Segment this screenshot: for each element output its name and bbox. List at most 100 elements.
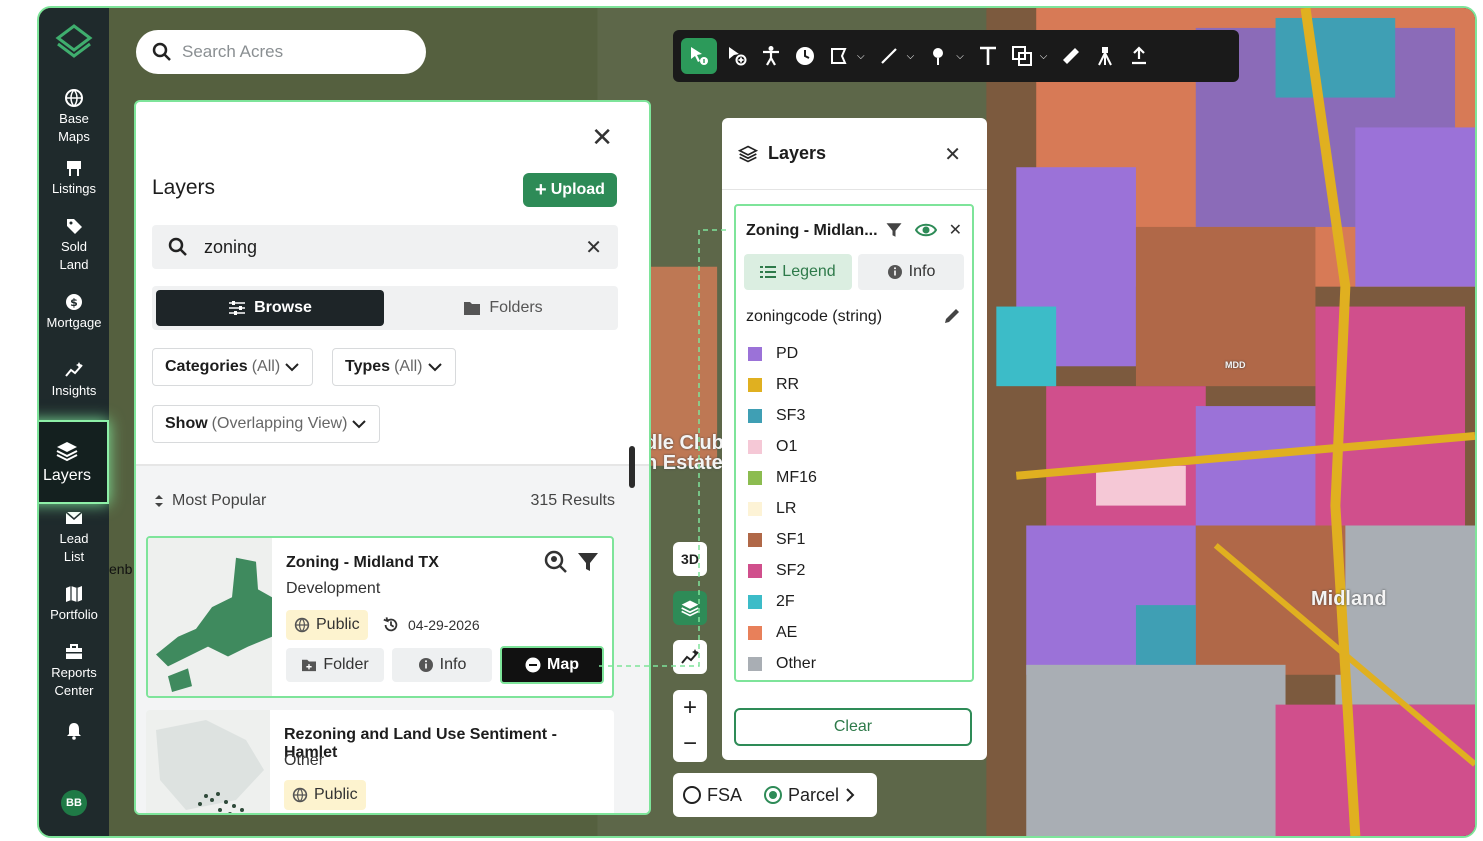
shapes-icon bbox=[1011, 46, 1032, 66]
chevron-down-icon[interactable]: ⌵ bbox=[1040, 51, 1048, 62]
drive-time-tool[interactable] bbox=[791, 38, 819, 74]
folder-label: Folder bbox=[323, 656, 369, 673]
panel-scrollbar[interactable] bbox=[629, 446, 635, 488]
sidebar-label: Lead bbox=[59, 531, 89, 546]
map-toolbar: ⌵ ⌵ ⌵ ⌵ bbox=[673, 30, 1239, 82]
cursor-plus-icon bbox=[729, 47, 747, 66]
layer-thumbnail bbox=[146, 710, 270, 813]
sidebar-label: Listings bbox=[51, 181, 97, 196]
person-icon bbox=[763, 46, 779, 66]
tab-legend[interactable]: Legend bbox=[744, 254, 852, 290]
legend-swatch bbox=[748, 626, 762, 640]
sidebar-item-lead-list[interactable]: Lead List bbox=[39, 508, 109, 566]
chevron-down-icon[interactable]: ⌵ bbox=[907, 51, 915, 62]
upload-tool[interactable] bbox=[1125, 38, 1153, 74]
legend-label: 2F bbox=[776, 593, 795, 610]
legend-swatch bbox=[748, 564, 762, 578]
layers-icon bbox=[56, 442, 78, 462]
remove-layer-icon[interactable]: ✕ bbox=[949, 220, 962, 240]
layer-search[interactable]: ✕ bbox=[152, 225, 618, 269]
sidebar-item-listings[interactable]: Listings bbox=[39, 158, 109, 198]
layers-browser-panel: ✕ Layers + Upload ✕ Browse Folders Categ… bbox=[134, 100, 651, 815]
sidebar-item-reports-center[interactable]: Reports Center bbox=[39, 642, 109, 700]
tripod-icon bbox=[1098, 47, 1113, 66]
polygon-tool[interactable] bbox=[825, 38, 853, 74]
search-input[interactable] bbox=[182, 42, 402, 62]
upload-button[interactable]: + Upload bbox=[523, 173, 617, 207]
add-to-folder-button[interactable]: Folder bbox=[286, 648, 384, 682]
text-tool[interactable] bbox=[974, 38, 1002, 74]
sidebar-label: Layers bbox=[42, 467, 92, 484]
legend-label: O1 bbox=[776, 438, 798, 455]
sidebar-item-portfolio[interactable]: Portfolio bbox=[39, 584, 109, 624]
survey-tool[interactable] bbox=[1091, 38, 1119, 74]
legend-item: 2F bbox=[748, 592, 795, 612]
ruler-icon bbox=[1063, 48, 1080, 64]
sort-icon bbox=[155, 495, 163, 507]
zoom-out-button[interactable]: − bbox=[683, 730, 697, 758]
legend-swatch bbox=[748, 347, 762, 361]
legend-swatch bbox=[748, 533, 762, 547]
sidebar-item-insights[interactable]: Insights bbox=[39, 360, 109, 400]
svg-text:$: $ bbox=[70, 296, 78, 309]
close-icon[interactable]: ✕ bbox=[591, 122, 613, 153]
parcel-radio[interactable] bbox=[764, 786, 783, 804]
tab-browse[interactable]: Browse bbox=[156, 290, 384, 326]
chevron-right-icon[interactable] bbox=[845, 787, 855, 803]
globe-icon bbox=[292, 787, 308, 803]
accessibility-tool[interactable] bbox=[757, 38, 785, 74]
layer-search-input[interactable] bbox=[204, 236, 564, 258]
fsa-radio[interactable] bbox=[683, 786, 701, 804]
select-add-tool[interactable] bbox=[723, 38, 751, 74]
remove-from-map-button[interactable]: Map bbox=[500, 646, 604, 684]
filter-icon[interactable] bbox=[576, 550, 600, 574]
legend-label: SF1 bbox=[776, 531, 806, 548]
pin-tool[interactable] bbox=[924, 38, 952, 74]
close-icon[interactable]: ✕ bbox=[944, 142, 961, 167]
sidebar-item-layers[interactable]: Layers bbox=[39, 420, 109, 504]
sidebar-item-base-maps[interactable]: Base Maps bbox=[39, 88, 109, 146]
pencil-icon[interactable] bbox=[942, 306, 962, 326]
chevron-down-icon[interactable]: ⌵ bbox=[857, 51, 865, 62]
chevron-down-icon[interactable]: ⌵ bbox=[956, 51, 964, 62]
search-icon bbox=[152, 42, 171, 61]
eye-icon[interactable] bbox=[914, 222, 937, 238]
measure-tool[interactable] bbox=[1057, 38, 1085, 74]
layer-card[interactable]: Zoning - Midland TX Development Public 0… bbox=[146, 536, 614, 698]
folder-icon bbox=[464, 302, 481, 315]
line-tool[interactable] bbox=[875, 38, 903, 74]
history-icon bbox=[383, 617, 398, 632]
tab-folders[interactable]: Folders bbox=[392, 290, 614, 326]
sort-dropdown[interactable]: Most Popular bbox=[154, 492, 266, 510]
logo-icon[interactable] bbox=[54, 22, 94, 62]
zoom-to-layer-icon[interactable] bbox=[544, 550, 568, 574]
notifications-button[interactable] bbox=[39, 720, 109, 742]
avatar[interactable]: BB bbox=[61, 790, 87, 816]
search-bar[interactable] bbox=[136, 30, 426, 74]
categories-dropdown[interactable]: Categories (All) bbox=[152, 348, 314, 386]
zoom-in-button[interactable]: + bbox=[683, 694, 697, 722]
info-button[interactable]: Info bbox=[392, 648, 492, 682]
chevron-down-icon bbox=[285, 363, 299, 372]
legend-swatch bbox=[748, 657, 762, 671]
sidebar-item-sold-land[interactable]: Sold Land bbox=[39, 216, 109, 274]
types-dropdown[interactable]: Types (All) bbox=[332, 348, 456, 386]
info-icon bbox=[887, 265, 902, 279]
minus-circle-icon bbox=[525, 657, 541, 673]
tab-legend-label: Legend bbox=[782, 263, 836, 280]
legend-swatch bbox=[748, 378, 762, 392]
shape-tool[interactable] bbox=[1008, 38, 1036, 74]
legend-item: O1 bbox=[748, 437, 797, 457]
filter-icon[interactable] bbox=[885, 221, 903, 239]
search-icon bbox=[168, 237, 187, 256]
clear-button[interactable]: Clear bbox=[734, 708, 972, 746]
connector-lines bbox=[599, 229, 729, 667]
layer-card[interactable]: Rezoning and Land Use Sentiment - Hamlet… bbox=[146, 710, 614, 813]
sidebar-label: Reports bbox=[51, 665, 97, 680]
show-dropdown[interactable]: Show (Overlapping View) bbox=[152, 405, 381, 443]
plus-icon: + bbox=[535, 178, 547, 201]
tab-info[interactable]: Info bbox=[858, 254, 964, 290]
legend-label: AE bbox=[776, 624, 798, 641]
select-info-tool[interactable] bbox=[681, 38, 717, 74]
sidebar-item-mortgage[interactable]: $ Mortgage bbox=[39, 292, 109, 332]
